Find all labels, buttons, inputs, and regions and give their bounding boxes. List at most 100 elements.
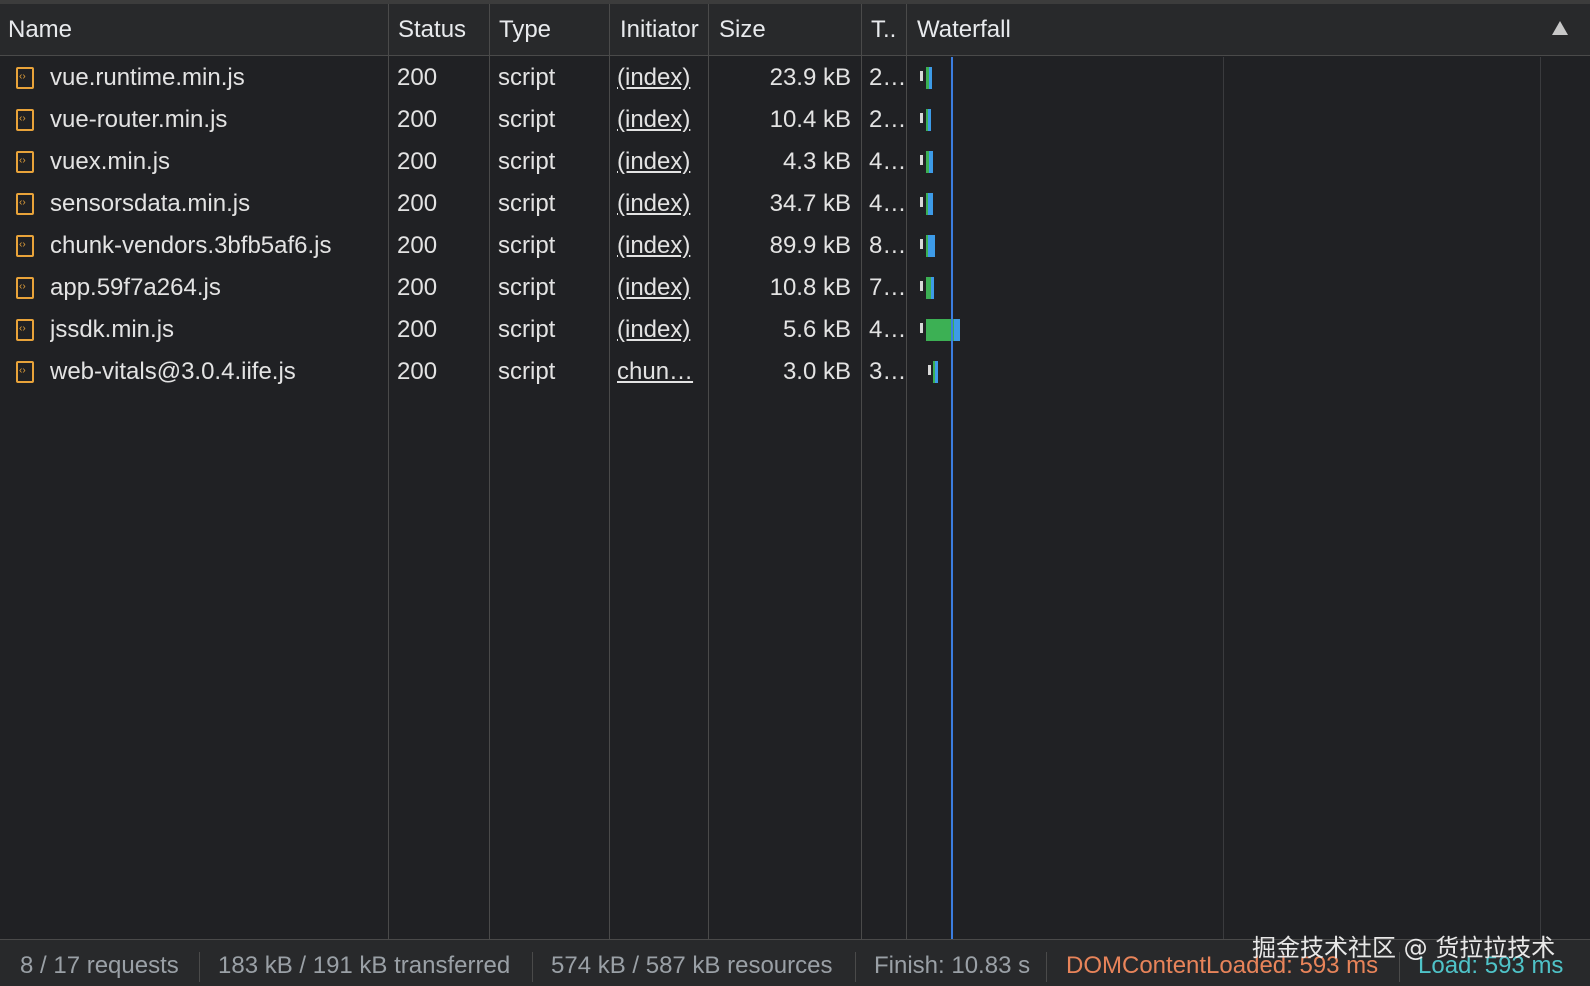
waterfall-waiting-bar: [926, 319, 954, 341]
waterfall-queue-bar: [920, 113, 923, 123]
request-name[interactable]: sensorsdata.min.js: [50, 183, 380, 225]
script-file-icon: [16, 319, 34, 341]
column-header-initiator[interactable]: Initiator: [620, 4, 708, 56]
request-type: script: [498, 190, 556, 217]
request-name[interactable]: chunk-vendors.3bfb5af6.js: [50, 225, 380, 267]
request-type: script: [498, 316, 556, 343]
status-separator: [532, 952, 533, 982]
request-initiator-link[interactable]: (index): [617, 141, 705, 183]
request-status: 200: [397, 274, 438, 301]
network-panel: Name Status Type Initiator Size T.. Wate…: [0, 0, 1590, 986]
request-type: script: [498, 148, 556, 175]
request-type: script: [498, 64, 556, 91]
status-separator: [199, 952, 200, 982]
request-size: 5.6 kB: [782, 316, 851, 343]
script-file-icon: [16, 151, 34, 173]
waterfall-queue-bar: [920, 281, 923, 291]
waterfall-queue-bar: [920, 239, 923, 249]
script-file-icon: [16, 109, 34, 131]
table-header: Name Status Type Initiator Size T.. Wate…: [0, 4, 1590, 56]
request-size: 89.9 kB: [769, 232, 851, 259]
waterfall-queue-bar: [920, 71, 923, 81]
request-initiator-link[interactable]: (index): [617, 309, 705, 351]
request-name[interactable]: vue-router.min.js: [50, 99, 380, 141]
finish-time: Finish: 10.83 s: [874, 952, 1031, 979]
script-file-icon: [16, 235, 34, 257]
request-time: 2…: [869, 64, 907, 91]
request-row[interactable]: app.59f7a264.js 200 script (index) 10.8 …: [0, 267, 1590, 309]
request-status: 200: [397, 232, 438, 259]
request-time: 7…: [869, 274, 907, 301]
request-time: 8…: [869, 232, 907, 259]
waterfall-download-bar: [928, 235, 935, 257]
script-file-icon: [16, 193, 34, 215]
request-time: 4…: [869, 190, 907, 217]
request-initiator-link[interactable]: (index): [617, 99, 705, 141]
transferred-size: 183 kB / 191 kB transferred: [218, 952, 511, 979]
request-row[interactable]: vue.runtime.min.js 200 script (index) 23…: [0, 57, 1590, 99]
waterfall-download-bar: [931, 277, 934, 299]
column-header-time[interactable]: T..: [871, 4, 911, 56]
request-size: 4.3 kB: [782, 148, 851, 175]
script-file-icon: [16, 67, 34, 89]
request-name[interactable]: vue.runtime.min.js: [50, 57, 380, 99]
request-row[interactable]: web-vitals@3.0.4.iife.js 200 script chun…: [0, 351, 1590, 393]
request-type: script: [498, 232, 556, 259]
request-initiator-link[interactable]: (index): [617, 57, 705, 99]
request-type: script: [498, 358, 556, 385]
script-file-icon: [16, 277, 34, 299]
request-name[interactable]: app.59f7a264.js: [50, 267, 380, 309]
request-initiator-link[interactable]: (index): [617, 267, 705, 309]
request-status: 200: [397, 106, 438, 133]
request-status: 200: [397, 190, 438, 217]
request-status: 200: [397, 358, 438, 385]
request-initiator-link[interactable]: (index): [617, 225, 705, 267]
waterfall-download-bar: [928, 193, 933, 215]
request-list: vue.runtime.min.js 200 script (index) 23…: [0, 57, 1590, 393]
column-header-size[interactable]: Size: [719, 4, 859, 56]
watermark-text: 掘金技术社区 @ 货拉拉技术: [1252, 934, 1556, 962]
request-initiator-link[interactable]: (index): [617, 183, 705, 225]
waterfall-download-bar: [929, 67, 932, 89]
request-initiator-link[interactable]: chun…: [617, 351, 705, 393]
request-time: 4…: [869, 148, 907, 175]
request-type: script: [498, 106, 556, 133]
waterfall-download-bar: [954, 319, 960, 341]
sort-ascending-icon[interactable]: [1552, 21, 1568, 35]
column-header-type[interactable]: Type: [499, 4, 609, 56]
requests-count: 8 / 17 requests: [20, 952, 179, 979]
request-size: 10.8 kB: [769, 274, 851, 301]
request-name[interactable]: vuex.min.js: [50, 141, 380, 183]
request-time: 3…: [869, 358, 907, 385]
resources-size: 574 kB / 587 kB resources: [551, 952, 833, 979]
waterfall-queue-bar: [928, 365, 931, 375]
request-row[interactable]: vuex.min.js 200 script (index) 4.3 kB 4…: [0, 141, 1590, 183]
request-name[interactable]: jssdk.min.js: [50, 309, 380, 351]
request-status: 200: [397, 64, 438, 91]
column-header-status[interactable]: Status: [398, 4, 488, 56]
request-row[interactable]: vue-router.min.js 200 script (index) 10.…: [0, 99, 1590, 141]
request-size: 3.0 kB: [782, 358, 851, 385]
request-name[interactable]: web-vitals@3.0.4.iife.js: [50, 351, 380, 393]
waterfall-download-bar: [935, 361, 938, 383]
request-size: 23.9 kB: [769, 64, 851, 91]
waterfall-download-bar: [928, 109, 931, 131]
waterfall-queue-bar: [920, 155, 923, 165]
request-row[interactable]: jssdk.min.js 200 script (index) 5.6 kB 4…: [0, 309, 1590, 351]
request-row[interactable]: chunk-vendors.3bfb5af6.js 200 script (in…: [0, 225, 1590, 267]
script-file-icon: [16, 361, 34, 383]
request-type: script: [498, 274, 556, 301]
request-status: 200: [397, 148, 438, 175]
request-status: 200: [397, 316, 438, 343]
request-size: 10.4 kB: [769, 106, 851, 133]
request-size: 34.7 kB: [769, 190, 851, 217]
status-separator: [1046, 952, 1047, 982]
request-time: 2…: [869, 106, 907, 133]
request-row[interactable]: sensorsdata.min.js 200 script (index) 34…: [0, 183, 1590, 225]
waterfall-download-bar: [929, 151, 933, 173]
column-header-name[interactable]: Name: [8, 4, 378, 56]
waterfall-queue-bar: [920, 323, 923, 333]
request-time: 4…: [869, 316, 907, 343]
load-event-marker-line: [951, 57, 953, 939]
column-header-waterfall[interactable]: Waterfall: [917, 4, 1217, 56]
